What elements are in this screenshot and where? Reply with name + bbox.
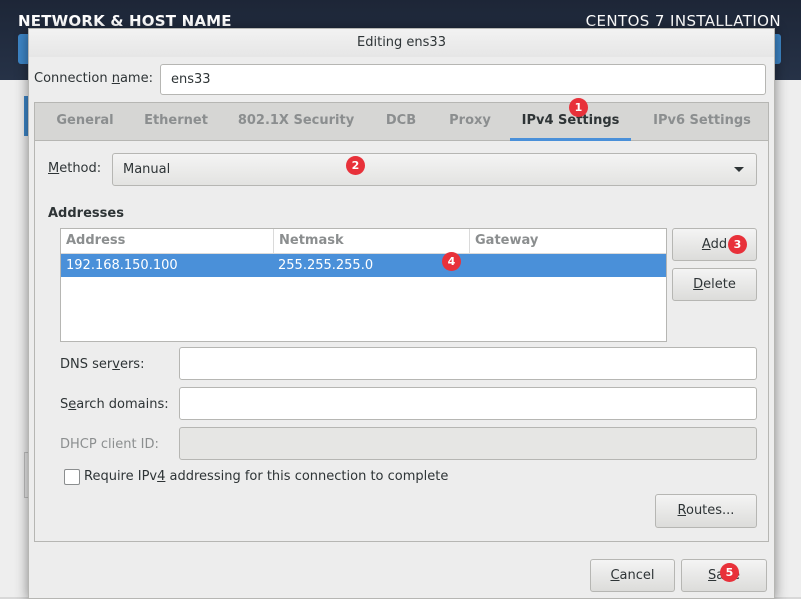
dhcp-client-id-label: DHCP client ID: bbox=[60, 437, 159, 452]
tab-dcb[interactable]: DCB bbox=[377, 103, 425, 140]
addresses-table[interactable]: Address Netmask Gateway 192.168.150.100 … bbox=[60, 228, 667, 342]
table-row[interactable]: 192.168.150.100 255.255.255.0 bbox=[61, 254, 666, 277]
gateway-cell[interactable] bbox=[469, 254, 666, 277]
tab-proxy[interactable]: Proxy bbox=[439, 103, 501, 140]
dialog-title: Editing ens33 bbox=[29, 29, 774, 57]
marker-1: 1 bbox=[569, 98, 588, 117]
column-gateway[interactable]: Gateway bbox=[469, 229, 666, 253]
netmask-cell[interactable]: 255.255.255.0 bbox=[273, 254, 469, 277]
method-value: Manual bbox=[123, 162, 171, 177]
require-ipv4-label[interactable]: Require IPv4 addressing for this connect… bbox=[84, 469, 448, 484]
search-domains-input[interactable] bbox=[179, 387, 757, 420]
address-cell[interactable]: 192.168.150.100 bbox=[61, 254, 273, 277]
tab-8021x-security[interactable]: 802.1X Security bbox=[231, 103, 361, 140]
marker-4: 4 bbox=[442, 252, 461, 271]
dropdown-arrow-icon bbox=[734, 167, 744, 172]
delete-address-button[interactable]: Delete bbox=[672, 268, 757, 301]
marker-5: 5 bbox=[720, 563, 739, 582]
dhcp-client-id-input bbox=[179, 427, 757, 460]
cancel-button[interactable]: Cancel bbox=[590, 559, 675, 592]
addresses-header: Address Netmask Gateway bbox=[61, 229, 666, 254]
settings-notebook: General Ethernet 802.1X Security DCB Pro… bbox=[34, 102, 769, 542]
marker-2: 2 bbox=[346, 156, 365, 175]
dns-servers-label: DNS servers: bbox=[60, 357, 145, 372]
tab-ethernet[interactable]: Ethernet bbox=[135, 103, 217, 140]
tab-general[interactable]: General bbox=[45, 103, 125, 140]
require-ipv4-checkbox[interactable] bbox=[64, 469, 80, 485]
tab-bar: General Ethernet 802.1X Security DCB Pro… bbox=[35, 103, 768, 141]
column-netmask[interactable]: Netmask bbox=[273, 229, 469, 253]
method-label: Method: bbox=[48, 161, 102, 176]
dns-servers-input[interactable] bbox=[179, 347, 757, 380]
routes-button[interactable]: Routes... bbox=[655, 494, 757, 528]
search-domains-label: Search domains: bbox=[60, 397, 169, 412]
connection-name-input[interactable]: ens33 bbox=[160, 64, 766, 95]
addresses-title: Addresses bbox=[48, 206, 124, 221]
connection-name-label: Connection name: bbox=[34, 71, 153, 86]
method-dropdown[interactable]: Manual bbox=[112, 153, 757, 186]
tab-ipv6-settings[interactable]: IPv6 Settings bbox=[643, 103, 761, 140]
marker-3: 3 bbox=[728, 235, 747, 254]
column-address[interactable]: Address bbox=[61, 229, 273, 253]
edit-connection-dialog: Editing ens33 Connection name: ens33 Gen… bbox=[28, 28, 775, 599]
